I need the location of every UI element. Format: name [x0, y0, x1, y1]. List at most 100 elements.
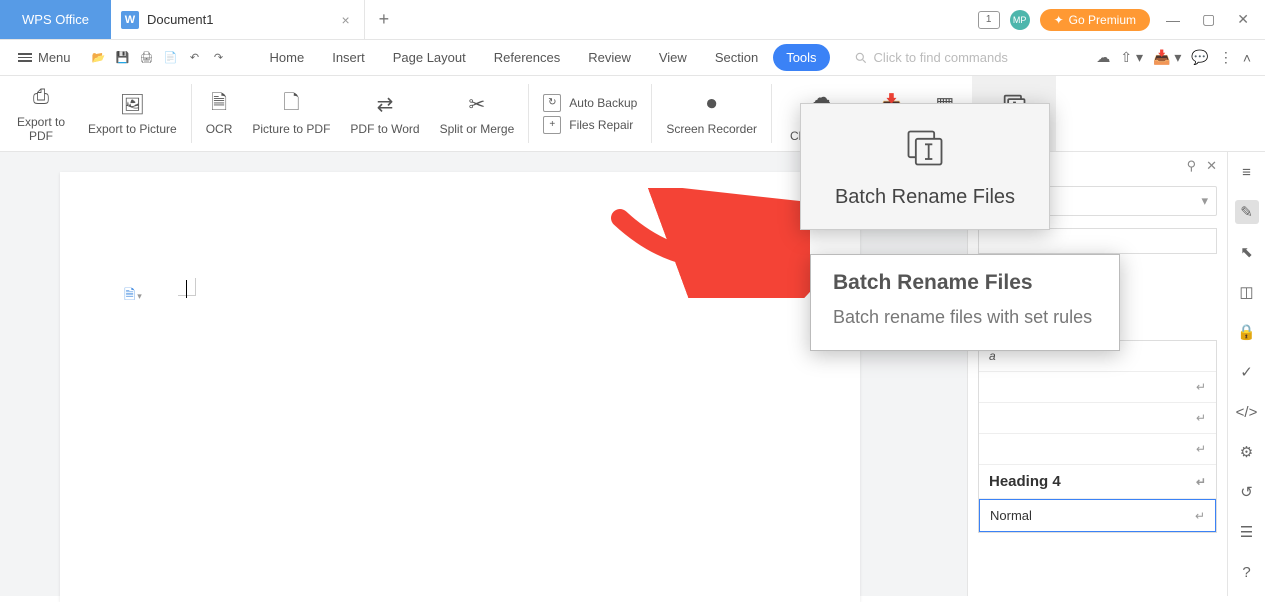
close-tab-icon[interactable]: × [341, 12, 349, 28]
hamburger-icon [18, 53, 32, 62]
rail-review-icon[interactable]: ✓ [1235, 360, 1259, 384]
split-merge-icon: ✂ [469, 92, 486, 118]
auto-backup-button[interactable]: ↻ Auto Backup [543, 94, 637, 112]
share-icon[interactable]: ⇧ ▾ [1120, 49, 1143, 66]
tab-page-layout[interactable]: Page Layout [380, 44, 479, 71]
pilcrow-icon: ↵ [1196, 442, 1206, 456]
style-item-blank1[interactable]: ↵ [979, 372, 1216, 403]
tab-view[interactable]: View [646, 44, 700, 71]
more-icon[interactable]: ⋮ [1219, 49, 1233, 66]
export-pdf-label: Export to PDF [14, 115, 68, 143]
document-name: Document1 [147, 12, 213, 27]
writer-doc-icon: W [121, 11, 139, 29]
tab-home[interactable]: Home [257, 44, 318, 71]
command-search[interactable]: Click to find commands [854, 50, 1008, 65]
rail-settings-icon[interactable]: ⚙ [1235, 440, 1259, 464]
auto-backup-label: Auto Backup [569, 96, 637, 110]
ocr-icon: 🗎 [211, 92, 227, 118]
margin-corner [178, 278, 196, 296]
save-dropdown-icon[interactable]: 📥 ▾ [1153, 49, 1181, 66]
rail-shape-icon[interactable]: ◫ [1235, 280, 1259, 304]
menu-button[interactable]: Menu [8, 46, 81, 69]
files-repair-label: Files Repair [569, 118, 633, 132]
save-icon[interactable]: 💾 [113, 48, 133, 68]
go-premium-button[interactable]: ✦ Go Premium [1040, 9, 1150, 31]
ocr-button[interactable]: 🗎 OCR [196, 76, 243, 151]
side-rail: ≡ ✎ ⬉ ◫ 🔒 ✓ </> ⚙ ↺ ☰ ? [1227, 152, 1265, 596]
style-h4-label: Heading 4 [989, 473, 1061, 490]
section-icon[interactable]: 🗎 ▾ [124, 284, 142, 308]
picture-to-pdf-button[interactable]: 🗋 Picture to PDF [242, 76, 340, 151]
files-repair-icon: + [543, 116, 561, 134]
split-merge-label: Split or Merge [440, 122, 515, 136]
pilcrow-icon: ↵ [1196, 475, 1206, 489]
rail-pencil-icon[interactable]: ✎ [1235, 200, 1259, 224]
search-placeholder: Click to find commands [874, 50, 1008, 65]
batch-rename-tooltip: Batch Rename Files Batch rename files wi… [810, 254, 1120, 351]
user-avatar[interactable]: MP [1010, 10, 1030, 30]
close-window-button[interactable]: ✕ [1231, 11, 1255, 28]
pic-to-pdf-label: Picture to PDF [252, 122, 330, 136]
text-cursor [186, 280, 187, 298]
rail-list-icon[interactable]: ☰ [1235, 520, 1259, 544]
window-badge[interactable]: 1 [978, 11, 1000, 29]
pilcrow-icon: ↵ [1196, 411, 1206, 425]
open-icon[interactable]: 📂 [89, 48, 109, 68]
style-item-normal[interactable]: Normal ↵ [979, 499, 1216, 532]
print-preview-icon[interactable]: 📄 [161, 48, 181, 68]
comment-icon[interactable]: 💬 [1191, 49, 1208, 66]
export-picture-icon: 🖼 [120, 92, 145, 118]
premium-icon: ✦ [1054, 13, 1064, 27]
rail-hamburger-icon[interactable]: ≡ [1235, 160, 1259, 184]
files-repair-button[interactable]: + Files Repair [543, 116, 637, 134]
tab-review[interactable]: Review [575, 44, 644, 71]
batch-rename-large-icon [815, 126, 1035, 170]
pin-icon[interactable]: ⚲ [1187, 158, 1197, 174]
pdf-to-word-button[interactable]: ⇄ PDF to Word [340, 76, 429, 151]
close-panel-icon[interactable]: ✕ [1206, 158, 1217, 174]
rail-help-icon[interactable]: ? [1235, 560, 1259, 584]
cloud-icon[interactable]: ☁ [1096, 49, 1110, 66]
tab-insert[interactable]: Insert [319, 44, 378, 71]
undo-icon[interactable]: ↶ [185, 48, 205, 68]
screen-recorder-icon: ⏺ [707, 92, 717, 118]
ribbon-tabs: Home Insert Page Layout References Revie… [257, 44, 830, 71]
pilcrow-icon: ↵ [1196, 380, 1206, 394]
rail-code-icon[interactable]: </> [1235, 400, 1259, 424]
ocr-label: OCR [206, 122, 233, 136]
rail-select-icon[interactable]: ⬉ [1235, 240, 1259, 264]
pdf-to-word-icon: ⇄ [377, 92, 394, 118]
screen-recorder-button[interactable]: ⏺ Screen Recorder [656, 76, 767, 151]
new-tab-button[interactable]: + [365, 9, 404, 30]
tooltip-desc-body: Batch rename files with set rules [833, 305, 1097, 330]
style-item-blank3[interactable]: ↵ [979, 434, 1216, 465]
tab-tools[interactable]: Tools [773, 44, 829, 71]
split-or-merge-button[interactable]: ✂ Split or Merge [430, 76, 525, 151]
pilcrow-icon: ↵ [1195, 509, 1205, 523]
maximize-button[interactable]: ▢ [1196, 11, 1221, 28]
style-item-heading4[interactable]: Heading 4 ↵ [979, 465, 1216, 499]
style-list: a ↵ ↵ ↵ Heading 4 ↵ Normal ↵ [978, 340, 1217, 533]
style-normal-label: Normal [990, 508, 1032, 523]
style-search[interactable] [978, 228, 1217, 254]
print-icon[interactable]: 🖨 [137, 48, 157, 68]
auto-backup-icon: ↻ [543, 94, 561, 112]
redo-icon[interactable]: ↷ [209, 48, 229, 68]
minimize-button[interactable]: — [1160, 12, 1186, 28]
pic-to-pdf-icon: 🗋 [283, 92, 299, 118]
screen-recorder-label: Screen Recorder [666, 122, 757, 136]
tab-references[interactable]: References [481, 44, 573, 71]
app-tab[interactable]: WPS Office [0, 0, 111, 39]
export-to-picture-button[interactable]: 🖼 Export to Picture [78, 76, 187, 151]
batch-rename-hover-card: Batch Rename Files [800, 103, 1050, 230]
export-picture-label: Export to Picture [88, 122, 177, 136]
style-item-blank2[interactable]: ↵ [979, 403, 1216, 434]
annotation-arrow [610, 188, 810, 298]
tab-section[interactable]: Section [702, 44, 771, 71]
collapse-ribbon-icon[interactable]: ˄ [1243, 50, 1251, 66]
rail-history-icon[interactable]: ↺ [1235, 480, 1259, 504]
menu-label: Menu [38, 50, 71, 65]
export-to-pdf-button[interactable]: ⎙ Export to PDF [4, 76, 78, 151]
rail-lock-icon[interactable]: 🔒 [1235, 320, 1259, 344]
document-tab[interactable]: W Document1 × [111, 0, 365, 39]
